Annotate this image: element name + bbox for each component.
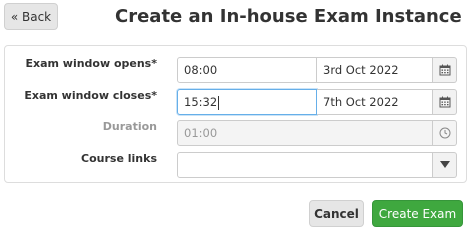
page-title: Create an In-house Exam Instance xyxy=(115,6,462,27)
duration-row: Duration 01:00 xyxy=(5,120,466,146)
duration-clock-addon xyxy=(433,120,457,146)
opens-time-input[interactable]: 08:00 xyxy=(177,57,317,83)
course-links-row: Course links xyxy=(5,152,466,178)
exam-window-opens-row: Exam window opens* 08:00 3rd Oct 2022 xyxy=(5,57,466,83)
calendar-icon xyxy=(439,96,450,108)
exam-window-closes-label: Exam window closes* xyxy=(24,89,157,102)
calendar-icon xyxy=(439,64,450,76)
closes-date-input[interactable]: 7th Oct 2022 xyxy=(317,89,433,115)
closes-calendar-button[interactable] xyxy=(433,89,457,115)
closes-time-value: 15:32 xyxy=(184,95,218,109)
exam-window-opens-label: Exam window opens* xyxy=(25,57,157,70)
clock-icon xyxy=(439,127,450,139)
exam-window-closes-row: Exam window closes* 15:32 7th Oct 2022 xyxy=(5,89,466,115)
course-links-dropdown-button[interactable] xyxy=(433,152,457,178)
duration-label: Duration xyxy=(102,120,157,133)
opens-date-input[interactable]: 3rd Oct 2022 xyxy=(317,57,433,83)
cancel-button[interactable]: Cancel xyxy=(309,200,364,227)
duration-input: 01:00 xyxy=(177,120,433,146)
back-button[interactable]: « Back xyxy=(4,3,58,30)
text-cursor xyxy=(218,95,220,110)
exam-form-panel: Exam window opens* 08:00 3rd Oct 2022 Ex… xyxy=(4,45,467,183)
closes-time-input[interactable]: 15:32 xyxy=(177,89,317,115)
caret-down-icon xyxy=(439,161,450,168)
create-exam-button[interactable]: Create Exam xyxy=(372,200,463,227)
course-links-select[interactable] xyxy=(177,152,433,178)
opens-calendar-button[interactable] xyxy=(433,57,457,83)
course-links-label: Course links xyxy=(81,152,157,165)
